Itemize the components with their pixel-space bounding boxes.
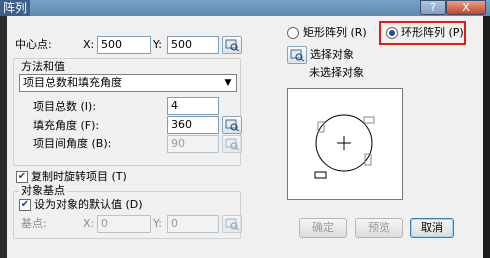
total-items-label: 项目总数 (I):	[33, 100, 97, 113]
default-base-label: 设为对象的默认值 (D)	[34, 198, 143, 211]
default-base-checkbox[interactable]: ✔	[19, 199, 31, 211]
preview-panel	[287, 88, 403, 200]
pick-base-point-button[interactable]	[222, 215, 242, 233]
total-items-field[interactable]: 4	[167, 97, 219, 115]
rectangular-array-label: 矩形阵列 (R)	[303, 26, 367, 39]
rectangular-array-radio[interactable]	[287, 27, 299, 39]
polar-array-radio[interactable]	[386, 27, 398, 39]
pick-point-icon	[225, 218, 240, 231]
pick-point-icon	[225, 39, 240, 52]
center-x-label: X:	[83, 38, 95, 51]
method-select-value: 项目总数和填充角度	[23, 76, 122, 89]
cancel-button[interactable]: 取消	[410, 218, 454, 238]
selection-status: 未选择对象	[309, 66, 364, 79]
base-x-field[interactable]: 0	[97, 215, 151, 233]
center-y-field[interactable]: 500	[167, 36, 219, 54]
center-point-label: 中心点:	[15, 38, 52, 51]
help-button[interactable]: ?	[420, 0, 446, 15]
pick-center-point-button[interactable]	[222, 36, 242, 54]
rotate-items-label: 复制时旋转项目 (T)	[31, 170, 127, 183]
center-x-field[interactable]: 500	[97, 36, 151, 54]
window-edge	[483, 16, 490, 258]
ok-button[interactable]: 确定	[299, 218, 347, 238]
item-angle-label: 项目间角度 (B):	[33, 137, 112, 150]
polar-array-label: 环形阵列 (P)	[401, 26, 464, 39]
preview-button[interactable]: 预览	[355, 218, 403, 238]
base-point-label: 基点:	[21, 217, 47, 230]
item-angle-field[interactable]: 90	[167, 135, 219, 153]
window-title: 阵列	[0, 0, 31, 16]
select-objects-icon	[290, 49, 305, 62]
base-y-field[interactable]: 0	[167, 215, 219, 233]
base-x-label: X:	[83, 217, 95, 230]
array-dialog: 中心点: X: 500 Y: 500 方法和值 项目总数和填充角度 ▼ 项目总数…	[7, 16, 483, 258]
pick-item-angle-button[interactable]	[222, 135, 242, 153]
method-select[interactable]: 项目总数和填充角度 ▼	[19, 74, 237, 92]
base-point-group-label: 对象基点	[19, 184, 67, 198]
fill-angle-field[interactable]: 360	[167, 116, 219, 134]
pick-angle-icon	[225, 138, 240, 151]
fill-angle-label: 填充角度 (F):	[33, 119, 100, 132]
pick-fill-angle-button[interactable]	[222, 116, 242, 134]
rotate-items-checkbox[interactable]: ✔	[16, 171, 28, 183]
title-bar: 阵列 ? X	[0, 0, 490, 16]
select-objects-button[interactable]	[287, 46, 307, 64]
select-objects-label: 选择对象	[310, 48, 354, 61]
base-y-label: Y:	[153, 217, 162, 230]
polar-array-preview	[314, 114, 375, 179]
method-group-label: 方法和值	[19, 60, 67, 74]
chevron-down-icon: ▼	[224, 78, 232, 88]
center-y-label: Y:	[153, 38, 162, 51]
pick-angle-icon	[225, 119, 240, 132]
close-button[interactable]: X	[446, 0, 486, 15]
